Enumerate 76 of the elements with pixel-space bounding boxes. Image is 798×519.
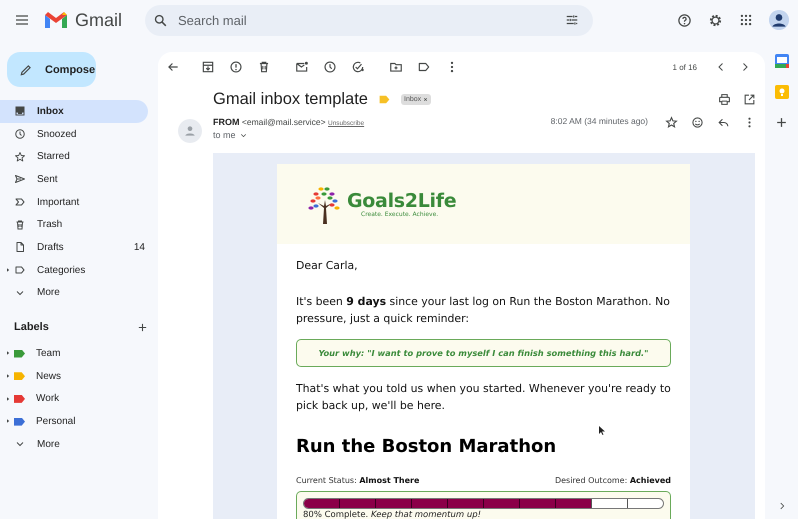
star-icon xyxy=(14,150,26,163)
pagination-text: 1 of 16 xyxy=(672,62,697,72)
delete-icon[interactable] xyxy=(257,60,271,74)
sidebar-item[interactable]: Trash xyxy=(0,213,148,236)
search-icon[interactable] xyxy=(153,12,168,28)
sidebar-item[interactable]: Drafts 14 xyxy=(0,236,148,259)
quote-box: Your why: "I want to prove to myself I can finish something this hard." xyxy=(296,339,671,367)
paragraph-text: It's been 9 days since your last log on Run the Boston Marathon. No pressure, just a quick reminder: xyxy=(296,294,671,327)
sidebar-item[interactable]: Categories xyxy=(0,258,148,282)
add-task-icon[interactable] xyxy=(351,60,365,74)
filter-icon[interactable] xyxy=(565,13,579,27)
clock-icon xyxy=(14,128,26,140)
sidebar-item[interactable]: Personal xyxy=(0,410,148,433)
sidebar-item[interactable]: Team xyxy=(0,342,148,365)
mouse-cursor-icon xyxy=(599,426,605,435)
report-icon[interactable] xyxy=(229,60,243,74)
email-subject: Gmail inbox template xyxy=(213,90,368,108)
section-heading: Labels xyxy=(14,321,49,334)
expand-arrow-icon[interactable] xyxy=(5,396,11,402)
print-icon[interactable] xyxy=(718,92,731,106)
open-in-new-window-icon[interactable] xyxy=(743,92,756,106)
clock-icon[interactable] xyxy=(323,60,337,74)
label-icon xyxy=(14,264,26,276)
add-icon[interactable] xyxy=(137,322,148,333)
add-icon[interactable] xyxy=(775,116,788,129)
document-icon xyxy=(14,241,26,254)
send-icon xyxy=(14,173,26,186)
trash-icon xyxy=(14,218,26,231)
sidebar-item[interactable]: Sent xyxy=(0,168,148,191)
emoji-icon[interactable] xyxy=(691,116,704,129)
reply-icon[interactable] xyxy=(717,116,730,129)
help-icon[interactable] xyxy=(677,12,692,28)
sender-name: FROM xyxy=(213,117,240,127)
search-bar[interactable]: Search mail xyxy=(145,4,593,36)
recipient-text: to me xyxy=(213,130,236,140)
app-name: Gmail xyxy=(75,10,124,30)
avatar-icon[interactable] xyxy=(769,10,789,30)
settings-icon[interactable] xyxy=(708,12,723,28)
sidebar-item[interactable]: Work xyxy=(0,388,148,410)
status-text: Current Status: Almost There xyxy=(296,476,420,485)
sender-avatar xyxy=(178,119,202,143)
sidebar-item[interactable]: Inbox xyxy=(0,100,148,123)
timestamp: 8:02 AM (34 minutes ago) xyxy=(550,116,648,126)
compose-button[interactable]: Compose xyxy=(7,52,96,87)
unread-count: 14 xyxy=(134,242,145,253)
important-marker-icon[interactable] xyxy=(378,92,391,106)
sender-email: <email@mail.service> xyxy=(242,117,326,127)
archive-icon[interactable] xyxy=(201,60,215,74)
expand-arrow-icon[interactable] xyxy=(5,372,11,379)
brand-name: Goals2Life xyxy=(347,190,456,210)
expand-arrow-icon[interactable] xyxy=(5,418,11,424)
sidebar-item[interactable]: More xyxy=(0,432,148,456)
label-icon[interactable] xyxy=(417,60,431,74)
sidebar-item[interactable]: Important xyxy=(0,190,148,214)
move-to-folder-icon[interactable] xyxy=(389,60,403,74)
search-field[interactable]: Search mail xyxy=(176,12,557,28)
greeting-text: Dear Carla, xyxy=(296,258,359,274)
expand-arrow-icon[interactable] xyxy=(5,350,11,356)
envelope-logo-icon[interactable] xyxy=(44,11,68,29)
apps-icon[interactable] xyxy=(739,13,753,27)
star-icon[interactable] xyxy=(665,116,678,129)
goal-title: Run the Boston Marathon xyxy=(296,436,558,457)
sidebar-item[interactable]: More xyxy=(0,282,148,304)
progress-text: 80% Complete. Keep that momentum up! xyxy=(303,510,482,519)
paragraph-text: That's what you told us when you started. Whenever you're ready to pick back up, we'll be here. xyxy=(296,381,671,414)
sidebar-item[interactable]: News xyxy=(0,364,148,388)
expand-arrow-icon[interactable] xyxy=(5,266,11,273)
sidebar-item[interactable]: Snoozed xyxy=(0,122,148,146)
mark-unread-icon[interactable] xyxy=(295,60,309,74)
important-icon xyxy=(14,196,26,208)
close-icon[interactable] xyxy=(423,96,428,102)
outcome-text: Desired Outcome: Achieved xyxy=(554,476,671,485)
inbox-icon xyxy=(14,105,26,118)
pencil-icon xyxy=(19,62,33,76)
sidebar-item[interactable]: Starred xyxy=(0,145,148,168)
calendar-icon[interactable] xyxy=(774,54,788,68)
